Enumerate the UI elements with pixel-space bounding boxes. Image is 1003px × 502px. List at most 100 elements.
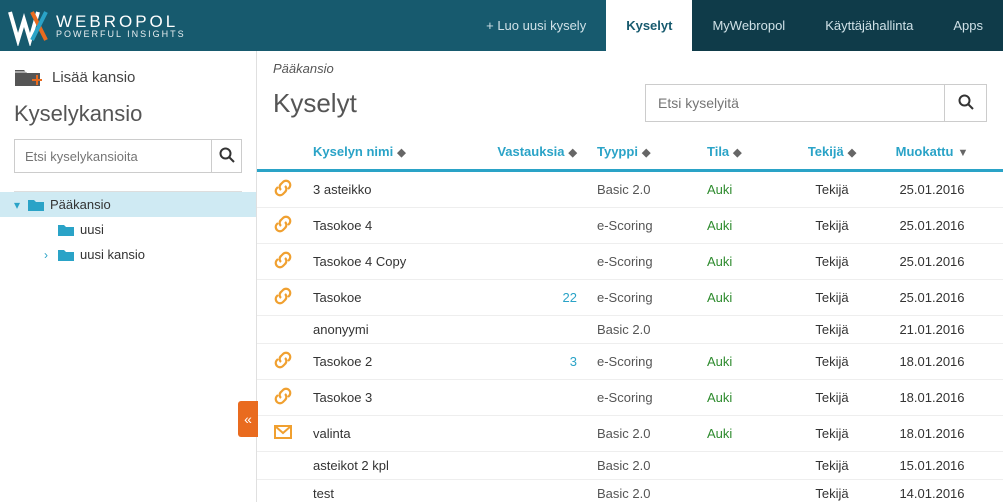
cell-state: Auki: [707, 218, 787, 233]
chevron-down-icon: ▾: [14, 198, 26, 212]
cell-name: valinta: [313, 426, 497, 441]
sort-icon: ◆: [569, 147, 577, 159]
folder-add-icon: [14, 65, 42, 89]
cell-state: Auki: [707, 426, 787, 441]
tree-item[interactable]: uusi: [14, 217, 242, 242]
content-area: Pääkansio Kyselyt Kyselyn nimi◆ Vastauks…: [257, 51, 1003, 502]
chevron-left-icon: «: [244, 411, 252, 427]
table-row[interactable]: testBasic 2.0Tekijä14.01.2016: [257, 480, 1003, 502]
table-row[interactable]: Tasokoe 23e-ScoringAukiTekijä18.01.2016: [257, 344, 1003, 380]
cell-type: e-Scoring: [597, 290, 707, 305]
logo-text-main: WEBROPOL: [56, 13, 186, 30]
col-responses[interactable]: Vastauksia◆: [497, 144, 597, 159]
cell-author: Tekijä: [787, 290, 877, 305]
col-type[interactable]: Tyyppi◆: [597, 144, 707, 159]
collapse-sidebar-button[interactable]: «: [238, 401, 258, 437]
table-row[interactable]: asteikot 2 kplBasic 2.0Tekijä15.01.2016: [257, 452, 1003, 480]
tree-item[interactable]: › uusi kansio: [14, 242, 242, 267]
cell-modified: 18.01.2016: [877, 426, 987, 441]
cell-type: e-Scoring: [597, 254, 707, 269]
cell-name: Tasokoe: [313, 290, 497, 305]
nav-item[interactable]: Apps: [933, 0, 1003, 51]
cell-author: Tekijä: [787, 218, 877, 233]
cell-author: Tekijä: [787, 426, 877, 441]
link-icon: [273, 286, 293, 306]
link-icon: [273, 214, 293, 234]
cell-name: 3 asteikko: [313, 182, 497, 197]
table-row[interactable]: anonyymiBasic 2.0Tekijä21.01.2016: [257, 316, 1003, 344]
link-icon: [273, 178, 293, 198]
cell-modified: 18.01.2016: [877, 354, 987, 369]
cell-author: Tekijä: [787, 322, 877, 337]
nav-item[interactable]: MyWebropol: [692, 0, 805, 51]
cell-modified: 25.01.2016: [877, 182, 987, 197]
tree-item-label: uusi kansio: [80, 247, 145, 262]
top-nav: + Luo uusi kyselyKyselytMyWebropolKäyttä…: [466, 0, 1003, 51]
cell-name: Tasokoe 4: [313, 218, 497, 233]
cell-author: Tekijä: [787, 182, 877, 197]
folder-search-input[interactable]: [14, 139, 212, 173]
folder-icon: [28, 198, 44, 212]
table-row[interactable]: Tasokoe 4 Copye-ScoringAukiTekijä25.01.2…: [257, 244, 1003, 280]
folder-icon: [58, 248, 74, 262]
table-row[interactable]: Tasokoe22e-ScoringAukiTekijä25.01.2016: [257, 280, 1003, 316]
nav-item[interactable]: Kyselyt: [606, 0, 692, 51]
col-state[interactable]: Tila◆: [707, 144, 787, 159]
logo-icon: [8, 6, 48, 46]
page-title: Kyselyt: [273, 88, 357, 119]
col-name[interactable]: Kyselyn nimi◆: [313, 144, 497, 159]
add-folder-label: Lisää kansio: [52, 69, 135, 86]
cell-type: e-Scoring: [597, 354, 707, 369]
tree-root[interactable]: ▾ Pääkansio: [0, 192, 256, 217]
cell-modified: 25.01.2016: [877, 290, 987, 305]
cell-state: Auki: [707, 254, 787, 269]
logo-text-sub: POWERFUL INSIGHTS: [56, 30, 186, 39]
sidebar-title: Kyselykansio: [14, 101, 242, 127]
table-row[interactable]: 3 asteikkoBasic 2.0AukiTekijä25.01.2016: [257, 172, 1003, 208]
table-row[interactable]: Tasokoe 3e-ScoringAukiTekijä18.01.2016: [257, 380, 1003, 416]
cell-state: Auki: [707, 182, 787, 197]
folder-tree: ▾ Pääkansio uusi›uusi kansio: [14, 191, 242, 267]
cell-author: Tekijä: [787, 254, 877, 269]
cell-name: Tasokoe 2: [313, 354, 497, 369]
cell-modified: 14.01.2016: [877, 486, 987, 501]
link-icon: [273, 350, 293, 370]
nav-item[interactable]: + Luo uusi kysely: [466, 0, 606, 51]
survey-search-input[interactable]: [645, 84, 945, 122]
logo: WEBROPOL POWERFUL INSIGHTS: [0, 0, 198, 51]
link-icon: [273, 386, 293, 406]
cell-state: Auki: [707, 354, 787, 369]
cell-state: Auki: [707, 390, 787, 405]
nav-item[interactable]: Käyttäjähallinta: [805, 0, 933, 51]
add-folder-button[interactable]: Lisää kansio: [14, 65, 242, 89]
cell-type: Basic 2.0: [597, 322, 707, 337]
cell-modified: 15.01.2016: [877, 458, 987, 473]
cell-responses: 3: [497, 354, 597, 369]
sidebar: Lisää kansio Kyselykansio ▾ Pääkansio uu…: [0, 51, 257, 502]
breadcrumb: Pääkansio: [257, 51, 1003, 80]
folder-icon: [58, 223, 74, 237]
cell-type: Basic 2.0: [597, 458, 707, 473]
table-header: Kyselyn nimi◆ Vastauksia◆ Tyyppi◆ Tila◆ …: [257, 136, 1003, 172]
table-row[interactable]: Tasokoe 4e-ScoringAukiTekijä25.01.2016: [257, 208, 1003, 244]
folder-search-button[interactable]: [212, 139, 242, 173]
cell-type: Basic 2.0: [597, 426, 707, 441]
col-author[interactable]: Tekijä◆: [787, 144, 877, 159]
link-icon: [273, 250, 293, 270]
sort-icon: ◆: [642, 147, 650, 159]
chevron-right-icon: ›: [44, 248, 56, 262]
cell-name: anonyymi: [313, 322, 497, 337]
tree-item-label: uusi: [80, 222, 104, 237]
cell-author: Tekijä: [787, 390, 877, 405]
cell-author: Tekijä: [787, 458, 877, 473]
search-icon: [958, 94, 974, 110]
cell-state: Auki: [707, 290, 787, 305]
cell-author: Tekijä: [787, 354, 877, 369]
search-icon: [219, 147, 235, 163]
cell-type: Basic 2.0: [597, 486, 707, 501]
survey-search-button[interactable]: [945, 84, 987, 122]
col-modified[interactable]: Muokattu▼: [877, 144, 987, 159]
sort-icon: ◆: [397, 147, 405, 159]
cell-modified: 25.01.2016: [877, 254, 987, 269]
table-row[interactable]: valinta Basic 2.0AukiTekijä18.01.2016: [257, 416, 1003, 452]
